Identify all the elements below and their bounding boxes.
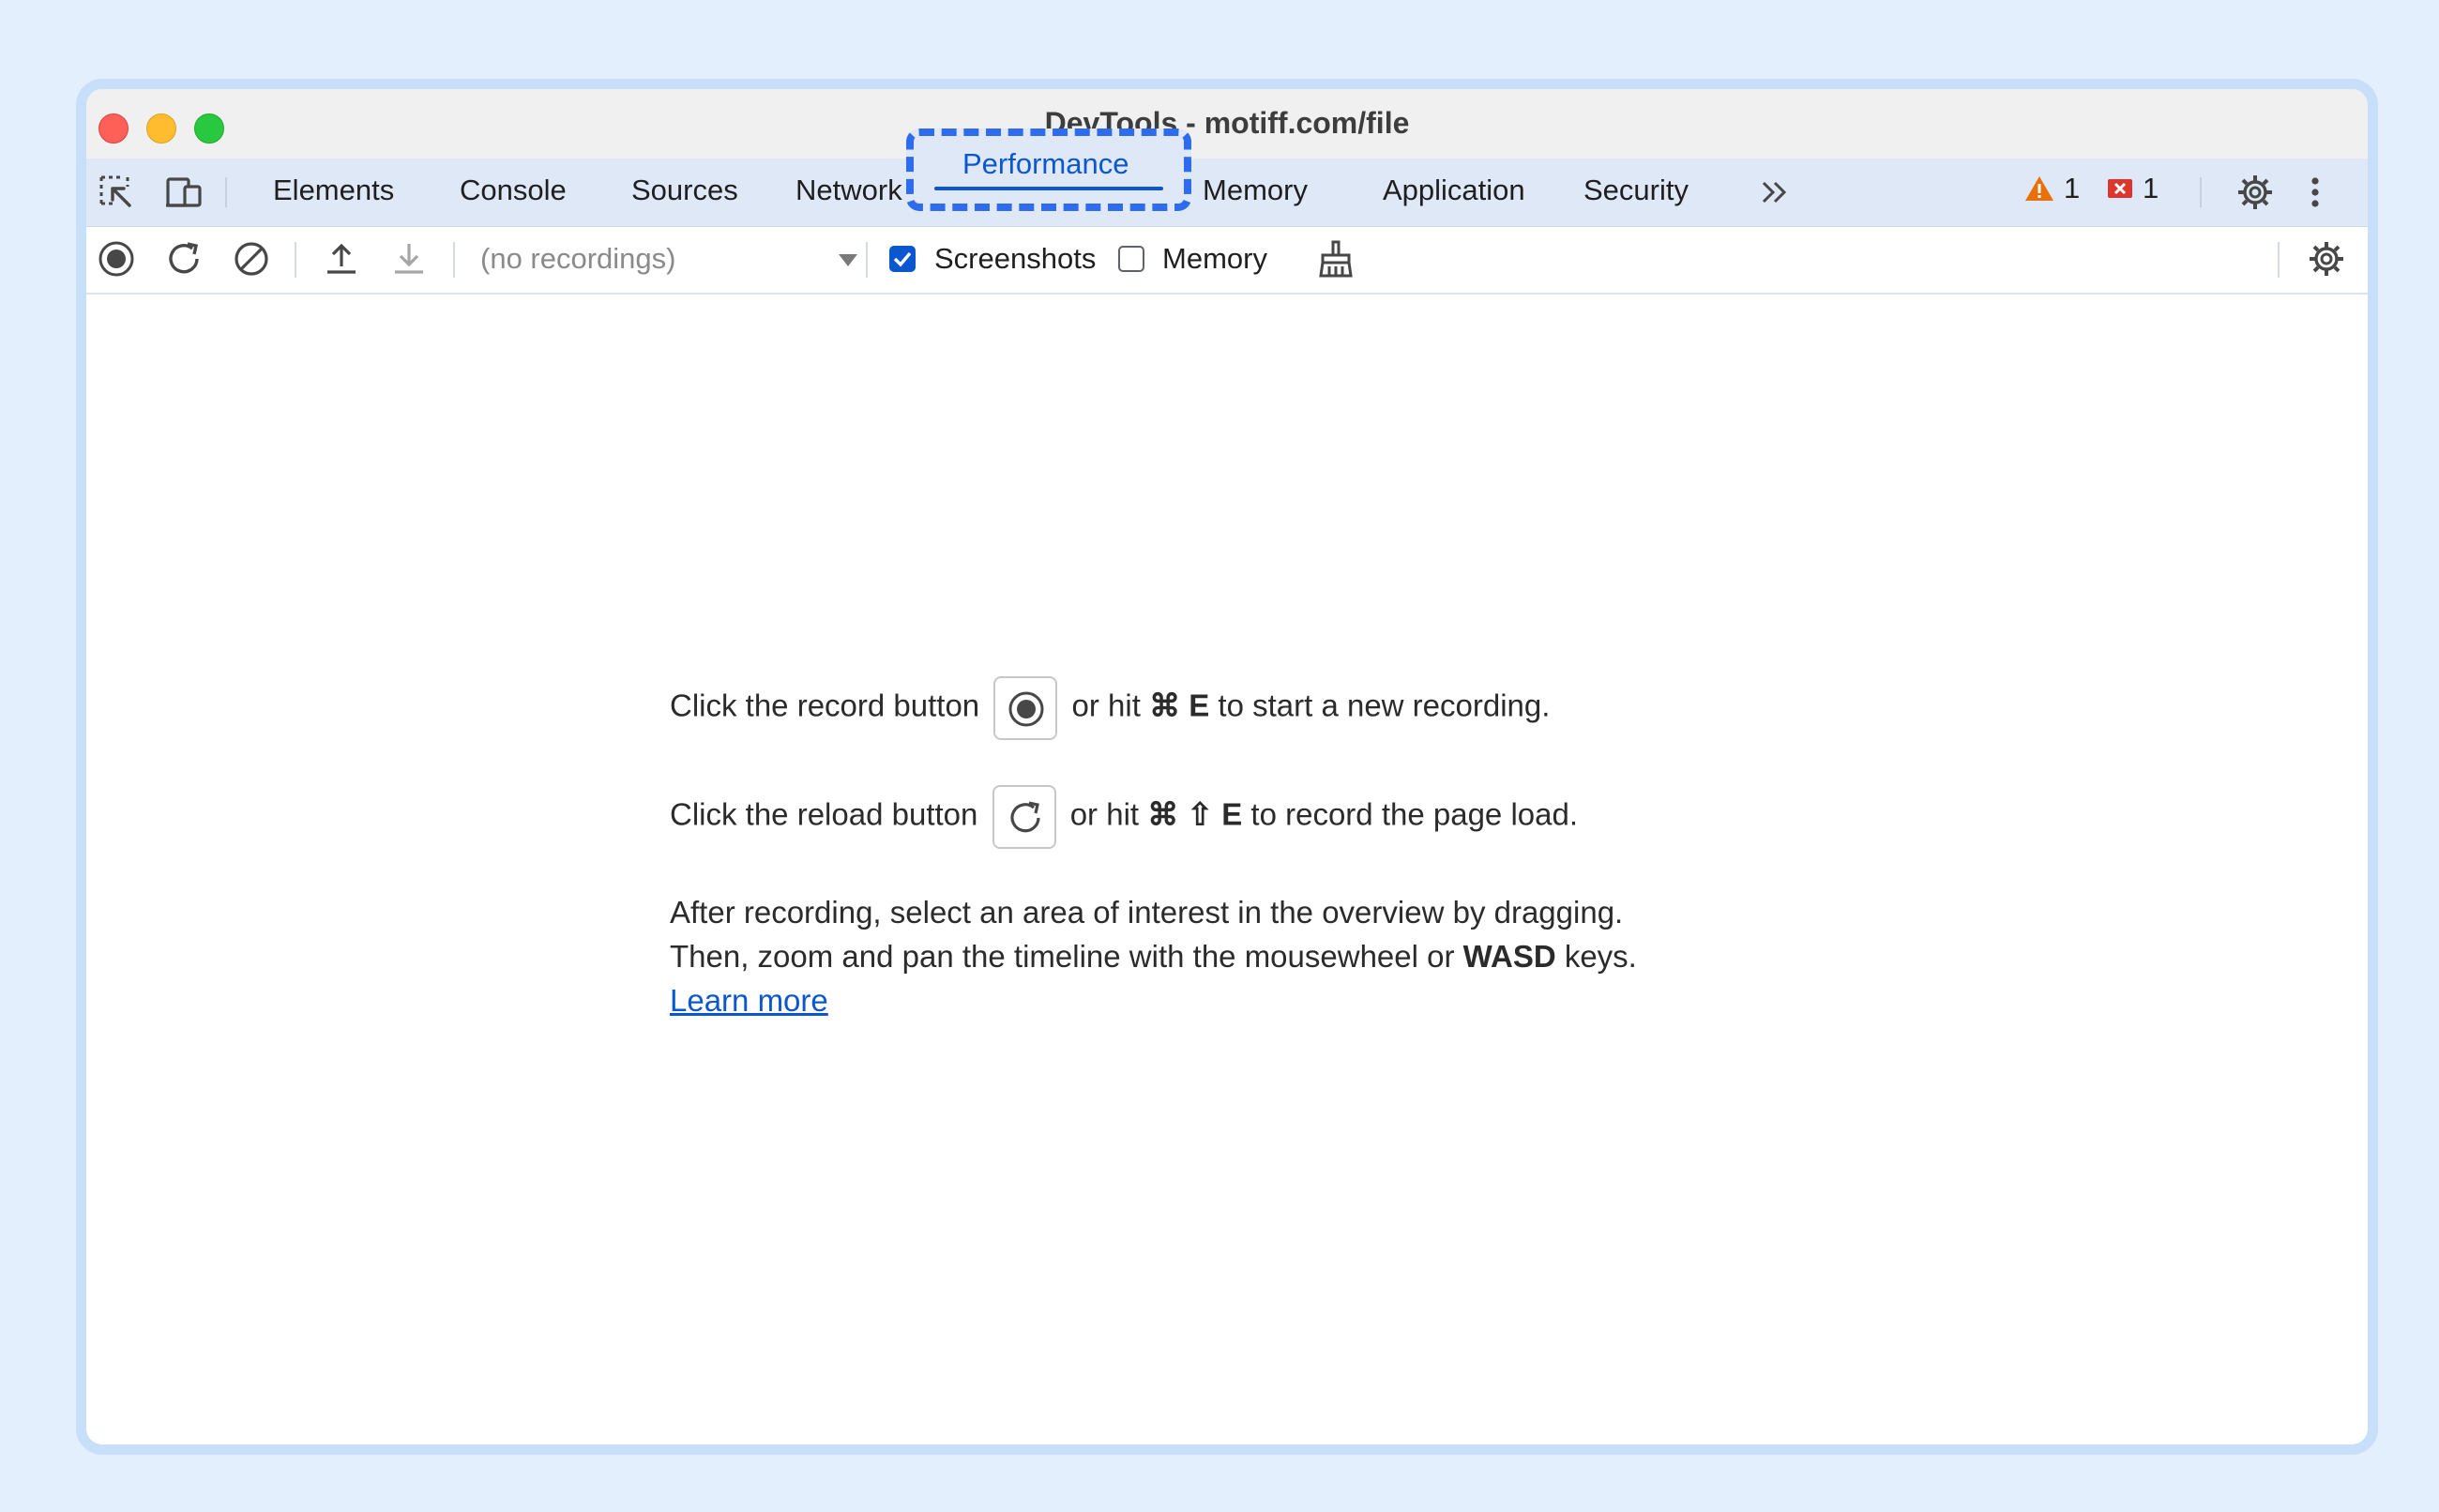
memory-checkbox[interactable] (1118, 246, 1144, 272)
tab-sources[interactable]: Sources (631, 174, 738, 207)
settings-gear-icon[interactable] (2234, 172, 2276, 213)
toolbar-divider (2278, 242, 2280, 278)
after-recording-line1: After recording, select an area of inter… (670, 895, 1624, 930)
tabbar-divider (225, 177, 227, 207)
inspect-element-icon[interactable] (96, 172, 137, 213)
reload-or-hit-text: or hit (1069, 796, 1140, 832)
record-instruction: Click the record button or hit ⌘ E to st… (670, 676, 1550, 740)
reload-instruction: Click the reload button or hit ⌘ ⇧ E to … (670, 785, 1578, 849)
record-post-text: to start a new recording. (1218, 688, 1551, 723)
memory-label[interactable]: Memory (1162, 242, 1267, 276)
warning-icon (2025, 176, 2053, 201)
title-bar: DevTools - motiff.com/file (86, 89, 2368, 159)
devtools-window: DevTools - motiff.com/file Elements Cons… (76, 79, 2378, 1455)
toolbar-divider (866, 242, 868, 278)
upload-profile-icon[interactable] (321, 238, 362, 280)
error-icon (2108, 179, 2132, 198)
reload-instruction-text: Click the reload button (670, 796, 978, 832)
wasd-keys: WASD (1462, 939, 1556, 974)
reload-shortcut: ⌘ ⇧ E (1147, 796, 1243, 832)
clear-icon[interactable] (231, 238, 272, 280)
record-shortcut: ⌘ E (1149, 688, 1210, 723)
device-toolbar-icon[interactable] (164, 172, 205, 213)
reload-record-icon[interactable] (163, 238, 205, 280)
recordings-select[interactable]: (no recordings) (480, 242, 675, 276)
active-tab-indicator (934, 187, 1163, 190)
learn-more-row: Learn more (670, 983, 828, 1019)
after-line2-text: Then, zoom and pan the timeline with the… (670, 939, 1455, 974)
reload-post-text: to record the page load. (1250, 796, 1579, 832)
toolbar-divider (295, 242, 296, 278)
errors-badge[interactable]: 1 (2107, 172, 2159, 205)
inline-record-button[interactable] (993, 676, 1058, 740)
garbage-collect-broom-icon[interactable] (1315, 238, 1356, 280)
record-instruction-text: Click the record button (670, 688, 980, 723)
tab-security[interactable]: Security (1583, 174, 1689, 207)
learn-more-link[interactable]: Learn more (670, 983, 828, 1018)
tab-network[interactable]: Network (795, 174, 902, 207)
tab-elements[interactable]: Elements (273, 174, 394, 207)
performance-toolbar: (no recordings) Screenshots Memory (86, 227, 2368, 295)
checkmark-icon (893, 251, 912, 267)
download-profile-icon[interactable] (388, 238, 430, 280)
window-title: DevTools - motiff.com/file (1044, 106, 1410, 140)
errors-count: 1 (2143, 172, 2159, 204)
tab-performance-highlight[interactable]: Performance (906, 129, 1191, 211)
tab-console[interactable]: Console (460, 174, 567, 207)
tabbar-divider (2200, 177, 2202, 207)
dropdown-arrow-icon[interactable] (839, 254, 857, 266)
more-tabs-icon[interactable] (1756, 172, 1797, 213)
more-options-icon[interactable] (2295, 172, 2336, 213)
tab-application[interactable]: Application (1383, 174, 1525, 207)
record-or-hit-text: or hit (1071, 688, 1141, 723)
screenshots-checkbox[interactable] (889, 246, 916, 272)
performance-landing: Click the record button or hit ⌘ E to st… (86, 295, 2368, 1444)
record-icon[interactable] (96, 238, 137, 280)
capture-settings-gear-icon[interactable] (2306, 238, 2347, 280)
warnings-badge[interactable]: 1 (2024, 172, 2080, 205)
warnings-count: 1 (2064, 172, 2081, 204)
toolbar-divider (453, 242, 455, 278)
tab-memory[interactable]: Memory (1203, 174, 1308, 207)
tab-performance[interactable]: Performance (962, 147, 1129, 181)
record-icon (1008, 691, 1044, 727)
reload-icon (1010, 801, 1040, 833)
after-line2-post: keys. (1564, 939, 1637, 974)
after-recording-line2: Then, zoom and pan the timeline with the… (670, 939, 1637, 975)
panel-tab-bar: Elements Console Sources Network Memory … (86, 159, 2368, 227)
inline-reload-button[interactable] (992, 785, 1056, 849)
screenshots-label[interactable]: Screenshots (934, 242, 1096, 276)
